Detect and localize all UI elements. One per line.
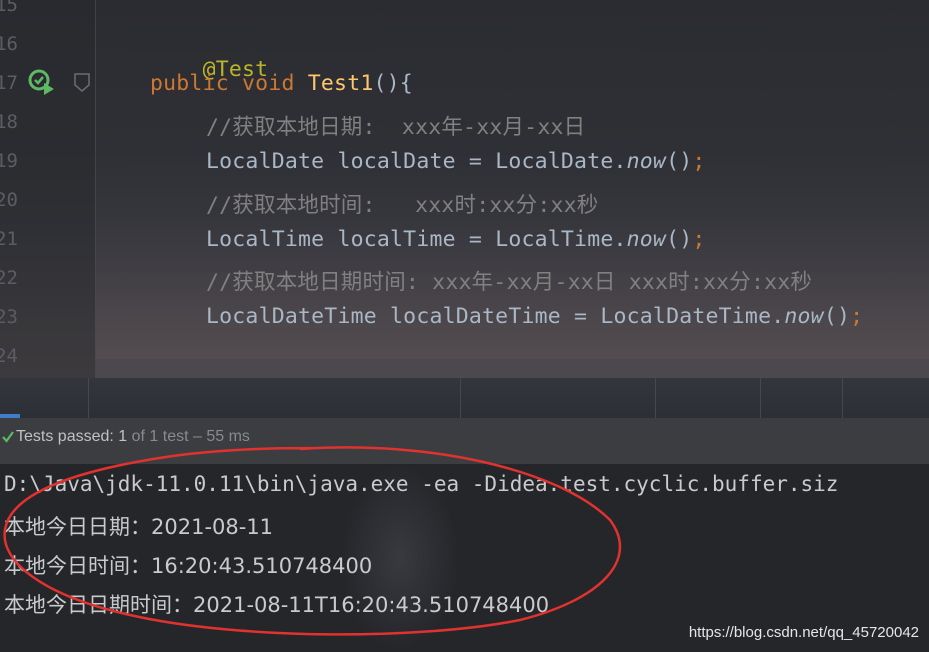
line-number: 15 <box>0 0 18 16</box>
keyword: void <box>242 71 295 96</box>
status-label: Tests passed: <box>16 428 119 445</box>
code-comment: //获取本地日期: xxx年-xx月-xx日 <box>206 115 586 140</box>
line-number: 18 <box>0 111 18 133</box>
toolbar-divider <box>842 378 843 418</box>
line-number: 19 <box>0 150 18 172</box>
toolbar-divider <box>655 378 656 418</box>
type-name: LocalDate <box>206 149 325 174</box>
line-number: 21 <box>0 228 18 250</box>
run-test-passed-icon[interactable] <box>28 69 56 97</box>
method-name: Test1 <box>307 71 374 96</box>
code-comment: //获取本地日期时间: xxx年-xx月-xx日 xxx时:xx分:xx秒 <box>206 270 813 295</box>
semicolon: ; <box>692 149 706 174</box>
toolbar-divider <box>460 378 461 418</box>
console-line: 本地今日日期时间：2021-08-11T16:20:43.510748400 <box>4 593 550 617</box>
test-status-text: Tests passed: 1 of 1 test – 55 ms <box>16 428 250 446</box>
code-line: LocalTime localTime = LocalTime.now(); <box>206 227 706 252</box>
console-line: 本地今日日期：2021-08-11 <box>4 515 274 539</box>
operator: = <box>455 149 496 174</box>
static-call: now <box>626 227 667 252</box>
test-status-bar: Tests passed: 1 of 1 test – 55 ms <box>0 418 929 464</box>
fold-marker-icon[interactable] <box>74 73 90 93</box>
type-name: LocalTime <box>206 227 325 252</box>
static-call: now <box>626 149 667 174</box>
operator: = <box>560 304 601 329</box>
class-ref: LocalDateTime. <box>600 304 785 329</box>
line-number: 22 <box>0 267 18 289</box>
operator: = <box>455 227 496 252</box>
class-ref: LocalTime. <box>495 227 627 252</box>
status-detail: of 1 test – 55 ms <box>127 428 250 445</box>
code-comment: //获取本地时间: xxx时:xx分:xx秒 <box>206 193 599 218</box>
code-line: LocalDateTime localDateTime = LocalDateT… <box>206 304 863 329</box>
variable-name: localDateTime <box>390 304 561 329</box>
semicolon: ; <box>692 227 706 252</box>
code-editor[interactable]: 15 16 17 18 19 20 21 22 23 24 @Test publ… <box>0 0 929 378</box>
line-number: 16 <box>0 33 18 55</box>
type-name: LocalDateTime <box>206 304 377 329</box>
console-line: D:\Java\jdk-11.0.11\bin\java.exe -ea -Di… <box>4 472 839 496</box>
variable-name: localDate <box>337 149 456 174</box>
code-line: LocalDate localDate = LocalDate.now(); <box>206 149 706 174</box>
parens: () <box>666 227 693 252</box>
toolbar-divider <box>760 378 761 418</box>
parens: () <box>666 149 693 174</box>
semicolon: ; <box>850 304 864 329</box>
watermark: https://blog.csdn.net/qq_45720042 <box>688 624 919 641</box>
line-number: 24 <box>0 345 18 367</box>
line-number: 23 <box>0 306 18 328</box>
code-line: public void Test1(){ <box>150 71 413 96</box>
class-ref: LocalDate. <box>495 149 627 174</box>
line-number: 17 <box>0 72 18 94</box>
editor-gutter: 15 16 17 18 19 20 21 22 23 24 <box>0 0 96 378</box>
console-line: 本地今日时间：16:20:43.510748400 <box>4 554 373 578</box>
toolbar-divider <box>88 378 89 418</box>
parens: () <box>823 304 851 329</box>
code-text: (){ <box>373 71 413 96</box>
static-call: now <box>784 304 824 329</box>
keyword: public <box>150 71 229 96</box>
variable-name: localTime <box>337 227 456 252</box>
line-number: 20 <box>0 189 18 211</box>
horizontal-scrollbar[interactable] <box>95 359 929 378</box>
check-icon <box>2 431 14 443</box>
passed-count: 1 <box>118 428 128 445</box>
run-toolbar <box>0 378 929 418</box>
